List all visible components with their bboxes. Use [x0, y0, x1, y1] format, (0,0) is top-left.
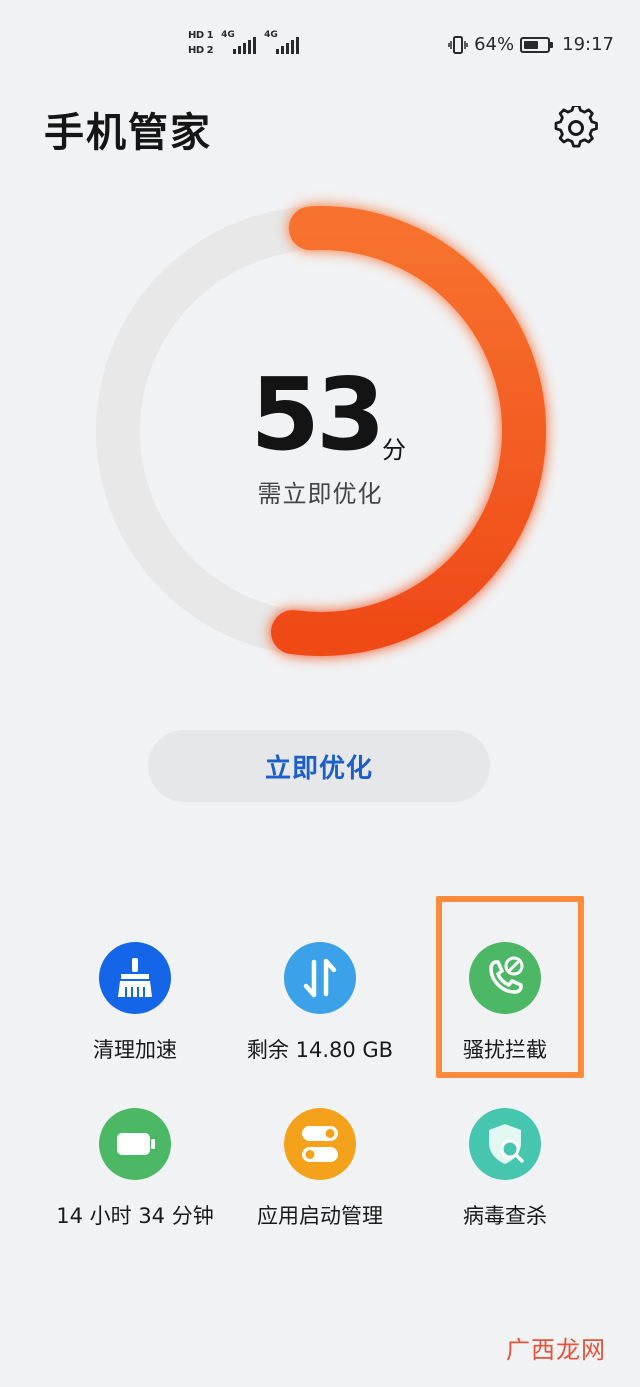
battery-icon: [117, 1133, 155, 1155]
sim-indicators: HD 1 HD 2 4G 4G: [188, 30, 300, 57]
tool-label: 应用启动管理: [257, 1204, 383, 1228]
gear-icon: [554, 104, 598, 148]
tool-label: 清理加速: [93, 1038, 177, 1062]
tool-label: 病毒查杀: [463, 1204, 547, 1228]
battery-percent: 64%: [474, 34, 515, 55]
tool-icon-bg: [99, 1108, 171, 1180]
score-unit: 分: [382, 436, 406, 464]
highlight-frame: [436, 896, 584, 1078]
toggle-switch-icon: [302, 1126, 338, 1162]
tool-icon-bg: [469, 1108, 541, 1180]
shield-search-icon: [489, 1124, 524, 1164]
sim1-network-type: 4G: [221, 30, 235, 40]
tool-label: 14 小时 34 分钟: [56, 1204, 214, 1228]
tool-icon-bg: [99, 942, 171, 1014]
settings-button[interactable]: [554, 104, 598, 150]
sim1-signal-icon: 4G: [221, 30, 257, 54]
phone-manager-screen: HD 1 HD 2 4G 4G 64% 19:17 手机管家 53 分 需立即优…: [0, 0, 640, 1387]
sim2-badge: HD 2: [188, 45, 214, 56]
score-status-text: 需立即优化: [257, 480, 383, 508]
tool-storage[interactable]: 剩余 14.80 GB: [220, 942, 420, 1064]
tool-cleanup[interactable]: 清理加速: [35, 942, 235, 1064]
broom-icon: [118, 958, 152, 997]
clock: 19:17: [562, 34, 614, 55]
tool-icon-bg: [284, 1108, 356, 1180]
optimize-now-button[interactable]: 立即优化: [148, 730, 490, 802]
score-value: 53: [250, 356, 385, 473]
status-bar: HD 1 HD 2 4G 4G 64% 19:17: [0, 0, 640, 90]
tool-virus-scan[interactable]: 病毒查杀: [405, 1108, 605, 1230]
tool-label: 剩余 14.80 GB: [246, 1038, 394, 1062]
watermark: 广西龙网: [506, 1336, 606, 1364]
page-title: 手机管家: [44, 110, 212, 156]
tool-battery[interactable]: 14 小时 34 分钟: [35, 1108, 235, 1230]
vibrate-icon: [448, 35, 468, 55]
tool-icon-bg: [284, 942, 356, 1014]
sim1-badge: HD 1: [188, 30, 214, 41]
transfer-arrows-icon: [303, 958, 337, 998]
sim2-network-type: 4G: [264, 30, 278, 40]
sim2-signal-icon: 4G: [264, 30, 300, 54]
tool-app-launch[interactable]: 应用启动管理: [220, 1108, 420, 1230]
battery-icon: [520, 36, 554, 53]
status-right: 64% 19:17: [448, 34, 614, 55]
